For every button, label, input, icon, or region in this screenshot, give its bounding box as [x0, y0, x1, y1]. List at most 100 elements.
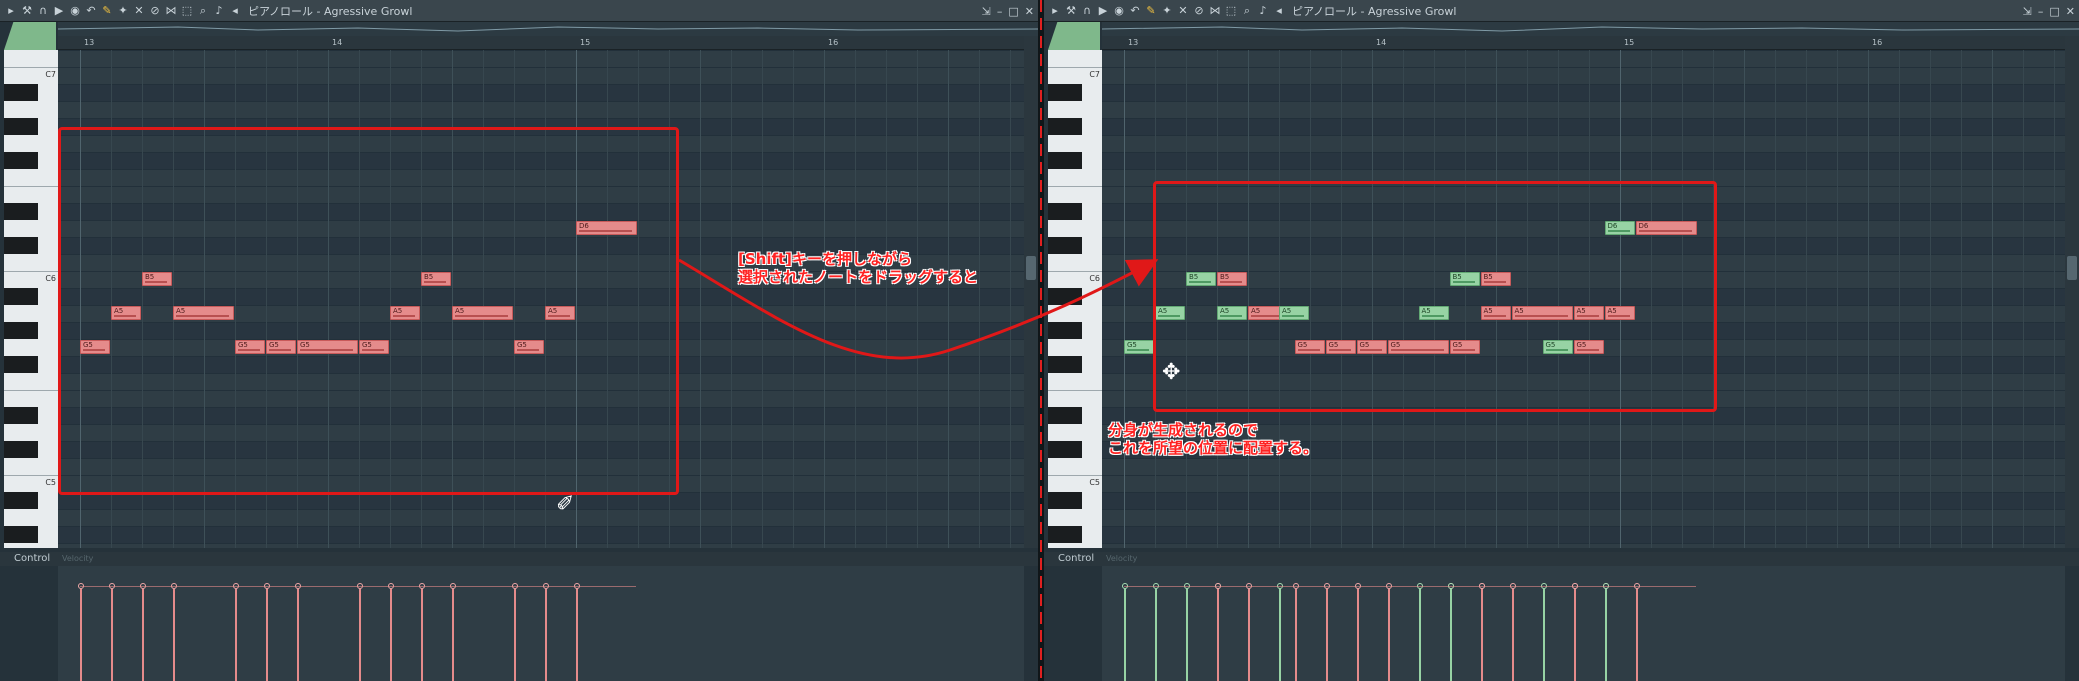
minimize-icon[interactable]: –	[2038, 5, 2044, 18]
velocity-stem[interactable]	[1248, 589, 1250, 681]
black-key[interactable]	[4, 356, 38, 373]
magnet-icon[interactable]: ∩	[1080, 4, 1094, 18]
menu-arrow-icon[interactable]: ▸	[4, 4, 18, 18]
velocity-stem[interactable]	[235, 589, 237, 681]
pencil-icon[interactable]: ✎	[1144, 4, 1158, 18]
corner-tab[interactable]	[4, 22, 56, 50]
overview-strip[interactable]	[1102, 22, 2079, 36]
velocity-stem[interactable]	[1635, 589, 1638, 681]
note-block[interactable]: A5	[1511, 306, 1573, 320]
velocity-stem[interactable]	[1356, 589, 1359, 681]
close-icon[interactable]: ✕	[2066, 5, 2075, 18]
velocity-stem[interactable]	[266, 589, 268, 681]
velocity-stem[interactable]	[576, 589, 578, 681]
note-block[interactable]: D6	[1635, 221, 1697, 235]
note-block[interactable]: B5	[1449, 272, 1480, 286]
piano-keyboard[interactable]: C7 C6 C5	[4, 50, 58, 548]
black-key[interactable]	[4, 407, 38, 424]
zoom-icon[interactable]: ⌕	[1240, 4, 1254, 18]
select-icon[interactable]: ⬚	[1224, 4, 1238, 18]
note-block[interactable]: D6	[576, 221, 637, 235]
note-block[interactable]: A5	[1573, 306, 1604, 320]
note-block[interactable]: A5	[452, 306, 513, 320]
note-block[interactable]: G5	[266, 340, 296, 354]
black-key[interactable]	[1048, 237, 1082, 254]
control-label[interactable]: Control	[14, 553, 50, 564]
minimize-icon[interactable]: –	[997, 5, 1003, 18]
vertical-scrollbar[interactable]	[1024, 36, 1038, 548]
black-key[interactable]	[1048, 356, 1082, 373]
zoom-icon[interactable]: ⌕	[196, 4, 210, 18]
note-block[interactable]: G5	[1325, 340, 1356, 354]
magnet-icon[interactable]: ∩	[36, 4, 50, 18]
note-block[interactable]: G5	[80, 340, 110, 354]
velocity-stem[interactable]	[297, 589, 299, 681]
velocity-stem[interactable]	[80, 589, 82, 681]
black-key[interactable]	[1048, 118, 1082, 135]
black-key[interactable]	[4, 84, 38, 101]
velocity-stem[interactable]	[111, 589, 113, 681]
mute-tool-icon[interactable]: ⊘	[1192, 4, 1206, 18]
black-key[interactable]	[1048, 441, 1082, 458]
velocity-stem[interactable]	[1124, 589, 1126, 681]
note-grid[interactable]: G5 A5 B5 A5 G5 G5 G5 G5 A5 B5 A5 G5 A5 D6	[58, 50, 1024, 548]
detach-icon[interactable]: ⇲	[2023, 5, 2032, 18]
velocity-stem[interactable]	[1573, 589, 1576, 681]
velocity-stem[interactable]	[545, 589, 547, 681]
wrench-icon[interactable]: ⚒	[1064, 4, 1078, 18]
note-block[interactable]: G5	[1542, 340, 1573, 354]
play-icon[interactable]: ▶	[1096, 4, 1110, 18]
black-key[interactable]	[1048, 203, 1082, 220]
maximize-icon[interactable]: □	[2049, 5, 2059, 18]
undo-icon[interactable]: ↶	[84, 4, 98, 18]
brush-icon[interactable]: ✦	[116, 4, 130, 18]
delete-tool-icon[interactable]: ✕	[132, 4, 146, 18]
arrow-left-icon[interactable]: ◂	[228, 4, 242, 18]
menu-arrow-icon[interactable]: ▸	[1048, 4, 1062, 18]
mute-tool-icon[interactable]: ⊘	[148, 4, 162, 18]
note-block[interactable]: B5	[421, 272, 451, 286]
record-icon[interactable]: ◉	[1112, 4, 1126, 18]
velocity-stem[interactable]	[1186, 589, 1188, 681]
arrow-left-icon[interactable]: ◂	[1272, 4, 1286, 18]
note-block[interactable]: A5	[1155, 306, 1185, 320]
speaker-icon[interactable]: ♪	[212, 4, 226, 18]
note-block[interactable]: A5	[1217, 306, 1247, 320]
velocity-stem[interactable]	[421, 589, 423, 681]
velocity-lane[interactable]	[58, 566, 1024, 681]
note-block[interactable]: A5	[390, 306, 420, 320]
note-block[interactable]: G5	[359, 340, 389, 354]
velocity-stem[interactable]	[142, 589, 144, 681]
slice-icon[interactable]: ⋈	[164, 4, 178, 18]
black-key[interactable]	[4, 118, 38, 135]
velocity-stem[interactable]	[1449, 589, 1452, 681]
black-key[interactable]	[4, 237, 38, 254]
black-key[interactable]	[1048, 526, 1082, 543]
delete-tool-icon[interactable]: ✕	[1176, 4, 1190, 18]
overview-strip[interactable]	[58, 22, 1038, 36]
note-block[interactable]: A5	[1279, 306, 1309, 320]
note-block[interactable]: B5	[142, 272, 172, 286]
note-block[interactable]: A5	[173, 306, 234, 320]
velocity-stem[interactable]	[1511, 589, 1514, 681]
black-key[interactable]	[4, 492, 38, 509]
timeline-ruler[interactable]: 13 14 15 16	[1102, 36, 2065, 50]
black-key[interactable]	[4, 203, 38, 220]
note-block[interactable]: G5	[514, 340, 544, 354]
black-key[interactable]	[1048, 84, 1082, 101]
velocity-stem[interactable]	[1155, 589, 1157, 681]
velocity-stem[interactable]	[390, 589, 392, 681]
note-block[interactable]: A5	[1480, 306, 1511, 320]
velocity-stem[interactable]	[1480, 589, 1483, 681]
note-block[interactable]: A5	[1604, 306, 1635, 320]
vertical-scrollbar[interactable]	[2065, 36, 2079, 548]
note-block[interactable]: G5	[1124, 340, 1154, 354]
note-block[interactable]: B5	[1217, 272, 1247, 286]
black-key[interactable]	[1048, 407, 1082, 424]
velocity-stem[interactable]	[1604, 589, 1607, 681]
note-block[interactable]: D6	[1604, 221, 1635, 235]
black-key[interactable]	[1048, 152, 1082, 169]
black-key[interactable]	[4, 288, 38, 305]
black-key[interactable]	[4, 526, 38, 543]
black-key[interactable]	[4, 322, 38, 339]
